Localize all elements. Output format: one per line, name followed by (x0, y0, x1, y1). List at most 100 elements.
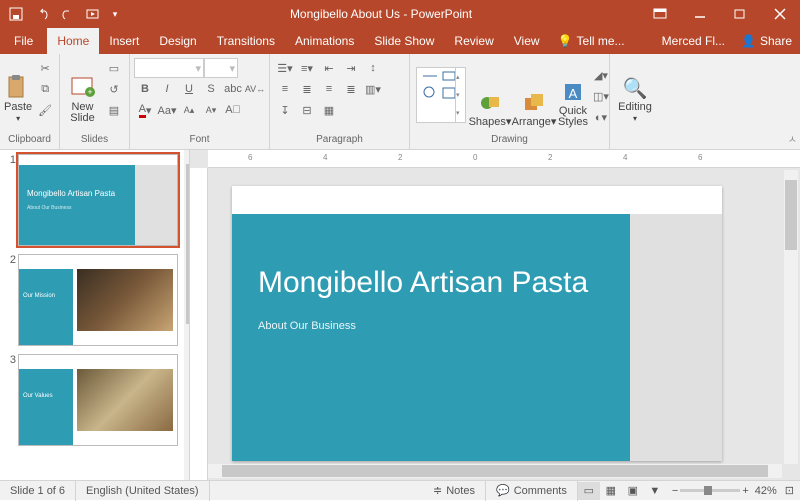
close-icon[interactable] (760, 0, 800, 28)
tab-design[interactable]: Design (149, 28, 206, 54)
italic-button[interactable]: I (156, 79, 178, 99)
reading-view-icon[interactable]: ▣ (622, 482, 644, 500)
account-name[interactable]: Merced Fl... (654, 34, 733, 48)
font-size-select[interactable]: ▾ (204, 58, 238, 78)
qat-customize-icon[interactable]: ▾ (108, 2, 122, 26)
text-direction-button[interactable]: ↧ (274, 100, 296, 120)
align-center-button[interactable]: ≣ (296, 79, 318, 99)
group-paragraph: ☰▾ ≡▾ ⇤ ⇥ ↕ ≡ ≣ ≡ ≣ ▥▾ ↧ ⊟ ▦ (270, 54, 410, 149)
section-icon[interactable]: ▤ (103, 100, 125, 120)
minimize-icon[interactable] (680, 0, 720, 28)
font-color-button[interactable]: A▾ (134, 100, 156, 120)
slide-counter[interactable]: Slide 1 of 6 (0, 481, 76, 501)
layout-icon[interactable]: ▭ (103, 58, 125, 78)
format-painter-icon[interactable]: 🖌 (34, 100, 56, 120)
slide-canvas[interactable]: Mongibello Artisan Pasta About Our Busin… (232, 186, 722, 461)
quick-styles-button[interactable]: AQuick Styles (558, 60, 588, 130)
sorter-view-icon[interactable]: ▦ (600, 482, 622, 500)
strike-button[interactable]: abc (222, 79, 244, 99)
justify-button[interactable]: ≣ (340, 79, 362, 99)
bold-button[interactable]: B (134, 79, 156, 99)
redo-icon[interactable] (56, 2, 80, 26)
slide-thumbnail-1[interactable]: Mongibello Artisan Pasta About Our Busine… (18, 154, 178, 246)
arrange-button[interactable]: Arrange▾ (512, 60, 556, 130)
cut-icon[interactable]: ✂ (34, 58, 56, 78)
fit-to-window-icon[interactable]: ⊡ (785, 484, 794, 497)
slide-title[interactable]: Mongibello Artisan Pasta (258, 266, 604, 300)
clear-format-button[interactable]: A⃠ (222, 100, 244, 120)
slide-thumbnail-3[interactable]: Our Values (18, 354, 178, 446)
save-icon[interactable] (4, 2, 28, 26)
tab-transitions[interactable]: Transitions (207, 28, 285, 54)
ribbon-display-icon[interactable] (640, 0, 680, 28)
editing-button[interactable]: 🔍Editing▾ (614, 56, 656, 126)
ribbon-tabs: File Home Insert Design Transitions Anim… (0, 28, 800, 54)
increase-indent-button[interactable]: ⇥ (340, 58, 362, 78)
horizontal-ruler[interactable]: 6 4 2 0 2 4 6 (208, 150, 800, 168)
share-label: Share (760, 34, 792, 48)
tab-animations[interactable]: Animations (285, 28, 364, 54)
tab-view[interactable]: View (504, 28, 550, 54)
tell-me[interactable]: 💡Tell me... (550, 34, 633, 48)
columns-button[interactable]: ▥▾ (362, 79, 384, 99)
notes-button[interactable]: ≑Notes (423, 481, 486, 501)
comments-button[interactable]: 💬Comments (486, 481, 578, 501)
slideshow-view-icon[interactable]: ▼ (644, 482, 666, 500)
thumb-number-3: 3 (4, 354, 18, 446)
zoom-slider[interactable] (680, 489, 740, 492)
thumb-1-title: Mongibello Artisan Pasta (27, 189, 127, 198)
shape-outline-button[interactable]: ◫▾ (590, 86, 612, 106)
copy-icon[interactable]: ⧉ (34, 79, 56, 99)
new-slide-button[interactable]: + New Slide (64, 56, 101, 126)
numbering-button[interactable]: ≡▾ (296, 58, 318, 78)
start-from-beginning-icon[interactable] (82, 2, 106, 26)
slide-title-block[interactable]: Mongibello Artisan Pasta About Our Busin… (232, 214, 630, 461)
bullets-button[interactable]: ☰▾ (274, 58, 296, 78)
thumb-1-sub: About Our Business (27, 204, 127, 213)
underline-button[interactable]: U (178, 79, 200, 99)
shadow-button[interactable]: S (200, 79, 222, 99)
collapse-ribbon-icon[interactable]: ㅅ (788, 131, 797, 146)
smartart-button[interactable]: ▦ (318, 100, 340, 120)
vertical-ruler[interactable] (190, 168, 208, 480)
share-button[interactable]: 👤Share (733, 34, 800, 48)
slide-accent-block (630, 214, 722, 461)
svg-text:A: A (569, 86, 578, 101)
decrease-indent-button[interactable]: ⇤ (318, 58, 340, 78)
shrink-font-button[interactable]: A▾ (200, 100, 222, 120)
reset-icon[interactable]: ↺ (103, 79, 125, 99)
shape-effects-button[interactable]: ◐▾ (590, 107, 612, 127)
vertical-scrollbar[interactable] (784, 170, 798, 464)
language-status[interactable]: English (United States) (76, 481, 210, 501)
align-right-button[interactable]: ≡ (318, 79, 340, 99)
tab-file[interactable]: File (0, 28, 47, 54)
window-controls (640, 0, 800, 28)
slide-thumbnail-2[interactable]: Our Mission (18, 254, 178, 346)
tab-home[interactable]: Home (47, 28, 99, 54)
tab-slide-show[interactable]: Slide Show (364, 28, 444, 54)
align-left-button[interactable]: ≡ (274, 79, 296, 99)
zoom-out-button[interactable]: − (672, 485, 678, 497)
shape-fill-button[interactable]: ◢▾ (590, 65, 612, 85)
tab-insert[interactable]: Insert (99, 28, 149, 54)
tab-review[interactable]: Review (444, 28, 503, 54)
zoom-in-button[interactable]: + (742, 485, 748, 497)
thumb-3-title: Our Values (23, 393, 53, 399)
slide-subtitle[interactable]: About Our Business (258, 320, 604, 332)
group-slides-label: Slides (64, 134, 125, 147)
paste-button[interactable]: Paste▾ (4, 56, 32, 126)
shapes-gallery[interactable]: ▴▾▾ (416, 67, 466, 123)
line-spacing-button[interactable]: ↕ (362, 58, 384, 78)
maximize-icon[interactable] (720, 0, 760, 28)
undo-icon[interactable] (30, 2, 54, 26)
thumbnail-scrollbar[interactable] (184, 150, 189, 480)
font-family-select[interactable]: ▾ (134, 58, 204, 78)
spacing-button[interactable]: AV↔ (244, 79, 266, 99)
change-case-button[interactable]: Aa▾ (156, 100, 178, 120)
normal-view-icon[interactable]: ▭ (578, 482, 600, 500)
grow-font-button[interactable]: A▴ (178, 100, 200, 120)
shapes-button[interactable]: Shapes▾ (470, 60, 510, 130)
horizontal-scrollbar[interactable] (208, 464, 782, 478)
zoom-percent[interactable]: 42% (755, 485, 777, 497)
align-text-button[interactable]: ⊟ (296, 100, 318, 120)
